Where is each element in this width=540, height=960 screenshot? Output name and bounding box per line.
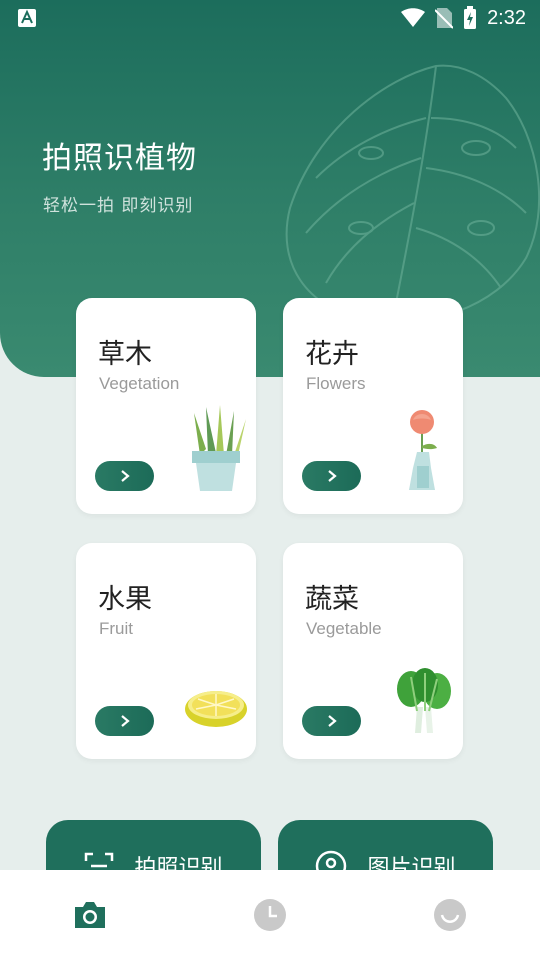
fruit-go-button[interactable]: [95, 706, 154, 736]
status-bar: 2:32: [0, 0, 540, 36]
chevron-right-icon: [327, 715, 337, 727]
tab-camera[interactable]: [0, 870, 180, 960]
vegetable-go-button[interactable]: [302, 706, 361, 736]
status-time: 2:32: [487, 6, 526, 29]
card-title: 草木: [98, 339, 152, 370]
no-sim-icon: [435, 8, 454, 29]
chevron-right-icon: [327, 470, 337, 482]
category-card-flowers[interactable]: 花卉 Flowers: [283, 298, 463, 514]
lemon-icon: [185, 691, 247, 727]
chevron-right-icon: [120, 715, 130, 727]
card-subtitle: Flowers: [306, 374, 366, 393]
card-subtitle: Vegetable: [306, 619, 382, 638]
app-notification-icon: [18, 9, 36, 27]
card-title: 蔬菜: [305, 584, 359, 615]
wifi-icon: [401, 8, 426, 27]
hero-subtitle: 轻松一拍 即刻识别: [43, 196, 194, 216]
camera-icon: [75, 902, 105, 928]
card-subtitle: Vegetation: [99, 374, 180, 393]
flower-vase-icon: [409, 410, 437, 490]
bottom-tab-bar: [0, 870, 540, 960]
category-card-vegetation[interactable]: 草木 Vegetation: [76, 298, 256, 514]
bok-choy-icon: [397, 668, 451, 733]
category-card-fruit[interactable]: 水果 Fruit: [76, 543, 256, 759]
category-card-vegetable[interactable]: 蔬菜 Vegetable: [283, 543, 463, 759]
card-title: 水果: [98, 584, 152, 615]
battery-charging-icon: [464, 6, 477, 29]
clock-icon: [254, 899, 286, 931]
vegetation-go-button[interactable]: [95, 461, 154, 491]
chevron-right-icon: [120, 470, 130, 482]
smiley-icon: [434, 899, 466, 931]
card-subtitle: Fruit: [99, 619, 133, 638]
tab-profile[interactable]: [360, 870, 540, 960]
tab-history[interactable]: [180, 870, 360, 960]
potted-plant-icon: [192, 405, 246, 491]
flowers-go-button[interactable]: [302, 461, 361, 491]
hero-title: 拍照识植物: [42, 141, 197, 176]
card-title: 花卉: [305, 339, 359, 370]
